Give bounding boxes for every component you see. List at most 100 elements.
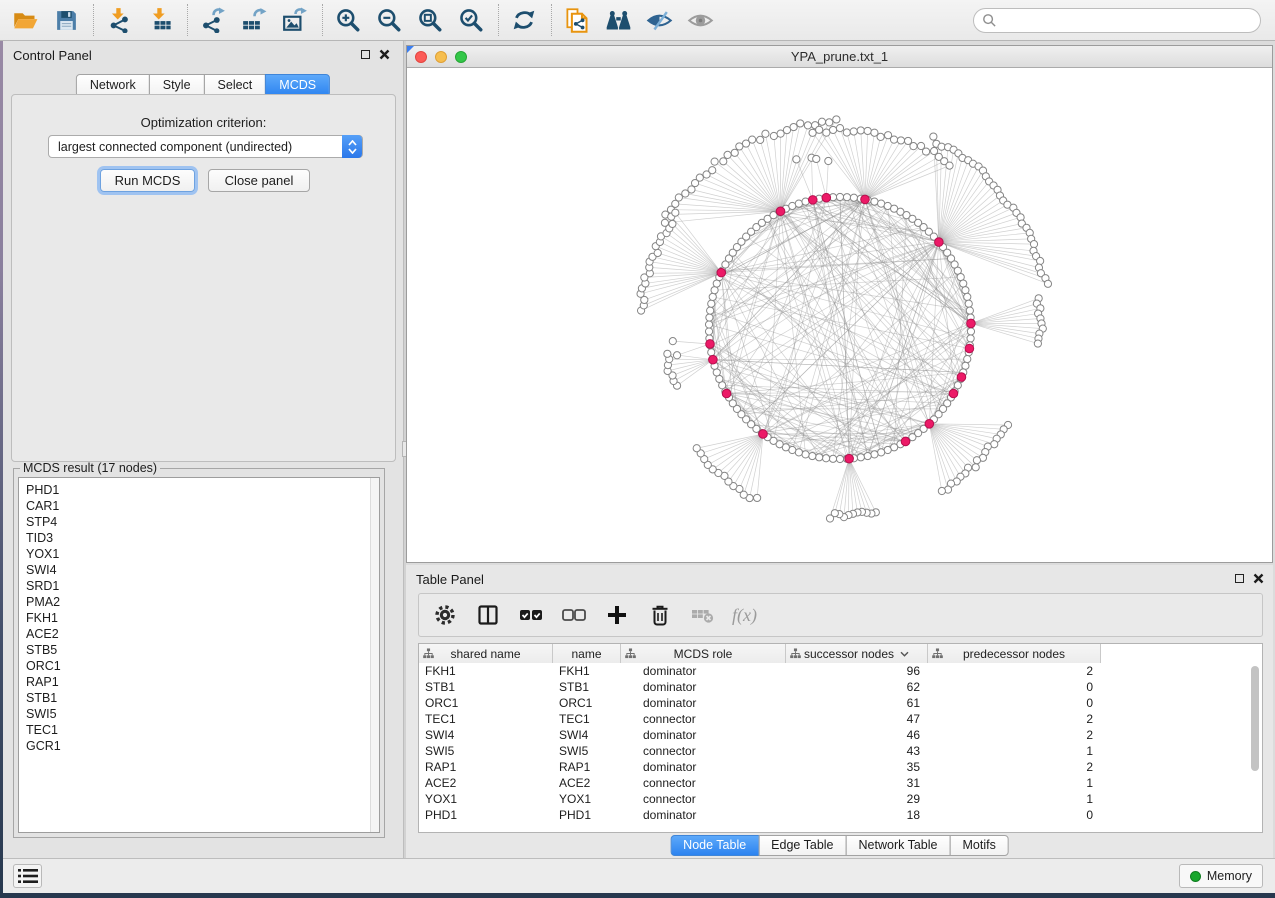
mcds-hub-node[interactable]: [822, 193, 831, 202]
mcds-hub-node[interactable]: [709, 355, 718, 364]
leaf-node[interactable]: [804, 122, 811, 129]
leaf-node[interactable]: [890, 136, 897, 143]
ring-node[interactable]: [962, 362, 969, 369]
ring-node[interactable]: [713, 369, 720, 376]
zoom-in-button[interactable]: [331, 3, 365, 37]
ring-node[interactable]: [809, 452, 816, 459]
show-columns-button[interactable]: [474, 601, 502, 629]
mcds-hub-node[interactable]: [967, 319, 976, 328]
leaf-node[interactable]: [857, 127, 864, 134]
leaf-node[interactable]: [724, 151, 731, 158]
mcds-result-item[interactable]: ACE2: [19, 626, 379, 642]
ring-node[interactable]: [857, 454, 864, 461]
ring-node[interactable]: [966, 307, 973, 314]
leaf-node[interactable]: [809, 129, 816, 136]
leaf-node[interactable]: [1030, 241, 1037, 248]
new-network-from-file-button[interactable]: [560, 3, 594, 37]
leaf-node[interactable]: [675, 194, 682, 201]
table-row[interactable]: ORC1ORC1dominator610: [419, 695, 1262, 711]
ring-node[interactable]: [960, 280, 967, 287]
table-row[interactable]: SWI5SWI5connector431: [419, 743, 1262, 759]
mcds-hub-node[interactable]: [759, 430, 768, 439]
import-network-button[interactable]: [102, 3, 136, 37]
ring-node[interactable]: [967, 328, 974, 335]
close-panel-icon[interactable]: [379, 49, 390, 60]
mcds-result-item[interactable]: PMA2: [19, 594, 379, 610]
leaf-node[interactable]: [946, 162, 953, 169]
mcds-result-item[interactable]: YOX1: [19, 546, 379, 562]
leaf-node[interactable]: [930, 133, 937, 140]
mcds-result-item[interactable]: SWI4: [19, 562, 379, 578]
leaf-node[interactable]: [762, 130, 769, 137]
ring-node[interactable]: [802, 451, 809, 458]
ring-node[interactable]: [878, 449, 885, 456]
table-row[interactable]: TEC1TEC1connector472: [419, 711, 1262, 727]
mcds-result-item[interactable]: ORC1: [19, 658, 379, 674]
mcds-hub-node[interactable]: [935, 238, 944, 247]
table-row[interactable]: PHD1PHD1dominator180: [419, 807, 1262, 823]
mcds-hub-node[interactable]: [722, 389, 731, 398]
mcds-result-item[interactable]: TEC1: [19, 722, 379, 738]
leaf-node[interactable]: [877, 133, 884, 140]
ring-node[interactable]: [822, 455, 829, 462]
ring-node[interactable]: [965, 300, 972, 307]
ring-node[interactable]: [864, 452, 871, 459]
leaf-node[interactable]: [973, 457, 980, 464]
add-column-button[interactable]: [603, 601, 631, 629]
mcds-hub-node[interactable]: [949, 389, 958, 398]
mcds-hub-node[interactable]: [717, 268, 726, 277]
leaf-node[interactable]: [1037, 257, 1044, 264]
mcds-result-item[interactable]: SWI5: [19, 706, 379, 722]
leaf-node[interactable]: [836, 125, 843, 132]
leaf-node[interactable]: [669, 220, 676, 227]
leaf-node[interactable]: [673, 352, 680, 359]
mcds-result-item[interactable]: SRD1: [19, 578, 379, 594]
leaf-node[interactable]: [664, 350, 671, 357]
leaf-node[interactable]: [770, 132, 777, 139]
leaf-node[interactable]: [693, 445, 700, 452]
mcds-hub-node[interactable]: [901, 437, 910, 446]
leaf-node[interactable]: [736, 143, 743, 150]
optimization-criterion-select[interactable]: largest connected component (undirected): [48, 135, 363, 158]
show-all-button[interactable]: [683, 3, 717, 37]
mcds-result-item[interactable]: TID3: [19, 530, 379, 546]
tab-motifs[interactable]: Motifs: [949, 835, 1008, 856]
column-header-predecessor-nodes[interactable]: predecessor nodes: [928, 644, 1101, 663]
leaf-node[interactable]: [709, 167, 716, 174]
export-table-button[interactable]: [237, 3, 271, 37]
mcds-result-item[interactable]: GCR1: [19, 738, 379, 754]
close-panel-button[interactable]: Close panel: [208, 169, 310, 192]
column-header-mcds-role[interactable]: MCDS role: [621, 644, 786, 663]
ring-node[interactable]: [711, 287, 718, 294]
ring-node[interactable]: [843, 194, 850, 201]
ring-node[interactable]: [967, 335, 974, 342]
leaf-node[interactable]: [833, 116, 840, 123]
mcds-result-item[interactable]: CAR1: [19, 498, 379, 514]
mcds-result-item[interactable]: STP4: [19, 514, 379, 530]
ring-node[interactable]: [871, 198, 878, 205]
open-session-button[interactable]: [8, 3, 42, 37]
ring-node[interactable]: [836, 455, 843, 462]
leaf-node[interactable]: [757, 136, 764, 143]
float-panel-icon[interactable]: [1235, 574, 1244, 583]
leaf-node[interactable]: [711, 158, 718, 165]
mcds-result-item[interactable]: STB5: [19, 642, 379, 658]
leaf-node[interactable]: [813, 155, 820, 162]
leaf-node[interactable]: [910, 143, 917, 150]
ring-node[interactable]: [707, 307, 714, 314]
mcds-hub-node[interactable]: [861, 195, 870, 204]
leaf-node[interactable]: [654, 249, 661, 256]
leaf-node[interactable]: [922, 148, 929, 155]
save-session-button[interactable]: [49, 3, 83, 37]
leaf-node[interactable]: [972, 464, 979, 471]
leaf-node[interactable]: [818, 118, 825, 125]
mcds-result-item[interactable]: STB1: [19, 690, 379, 706]
export-image-button[interactable]: [278, 3, 312, 37]
leaf-node[interactable]: [731, 149, 738, 156]
tab-node-table[interactable]: Node Table: [670, 835, 759, 856]
ring-node[interactable]: [709, 293, 716, 300]
mcds-result-item[interactable]: PHD1: [19, 482, 379, 498]
ring-node[interactable]: [850, 194, 857, 201]
mcds-hub-node[interactable]: [706, 340, 715, 349]
close-panel-icon[interactable]: [1253, 573, 1264, 584]
